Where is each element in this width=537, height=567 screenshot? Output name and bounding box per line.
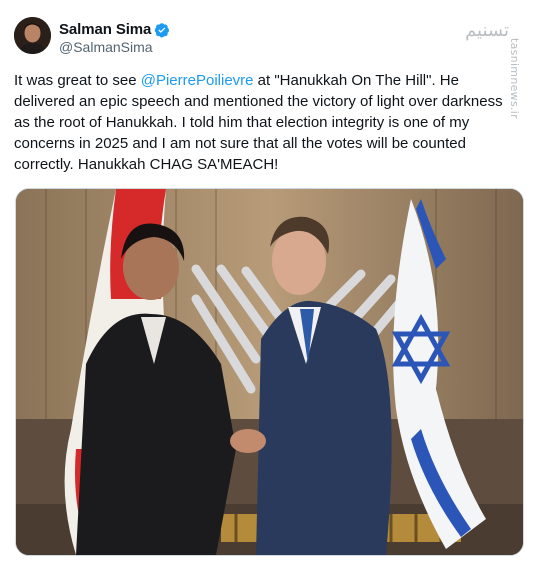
- author-avatar[interactable]: [14, 17, 51, 54]
- tweet-text-part1: It was great to see: [14, 72, 141, 89]
- mention-link[interactable]: @PierrePoilievre: [141, 72, 254, 89]
- tweet-photo[interactable]: [15, 188, 524, 556]
- watermark-text: tasnimnews.ir: [508, 38, 521, 119]
- tweet-text: It was great to see @PierrePoilievre at …: [14, 70, 508, 175]
- tweet-header: Salman Sima @SalmanSima: [14, 17, 494, 57]
- author-display-name[interactable]: Salman Sima: [59, 21, 151, 38]
- author-name-row[interactable]: Salman Sima: [59, 21, 170, 38]
- verified-badge-icon: [154, 22, 170, 38]
- author-handle[interactable]: @SalmanSima: [59, 39, 153, 55]
